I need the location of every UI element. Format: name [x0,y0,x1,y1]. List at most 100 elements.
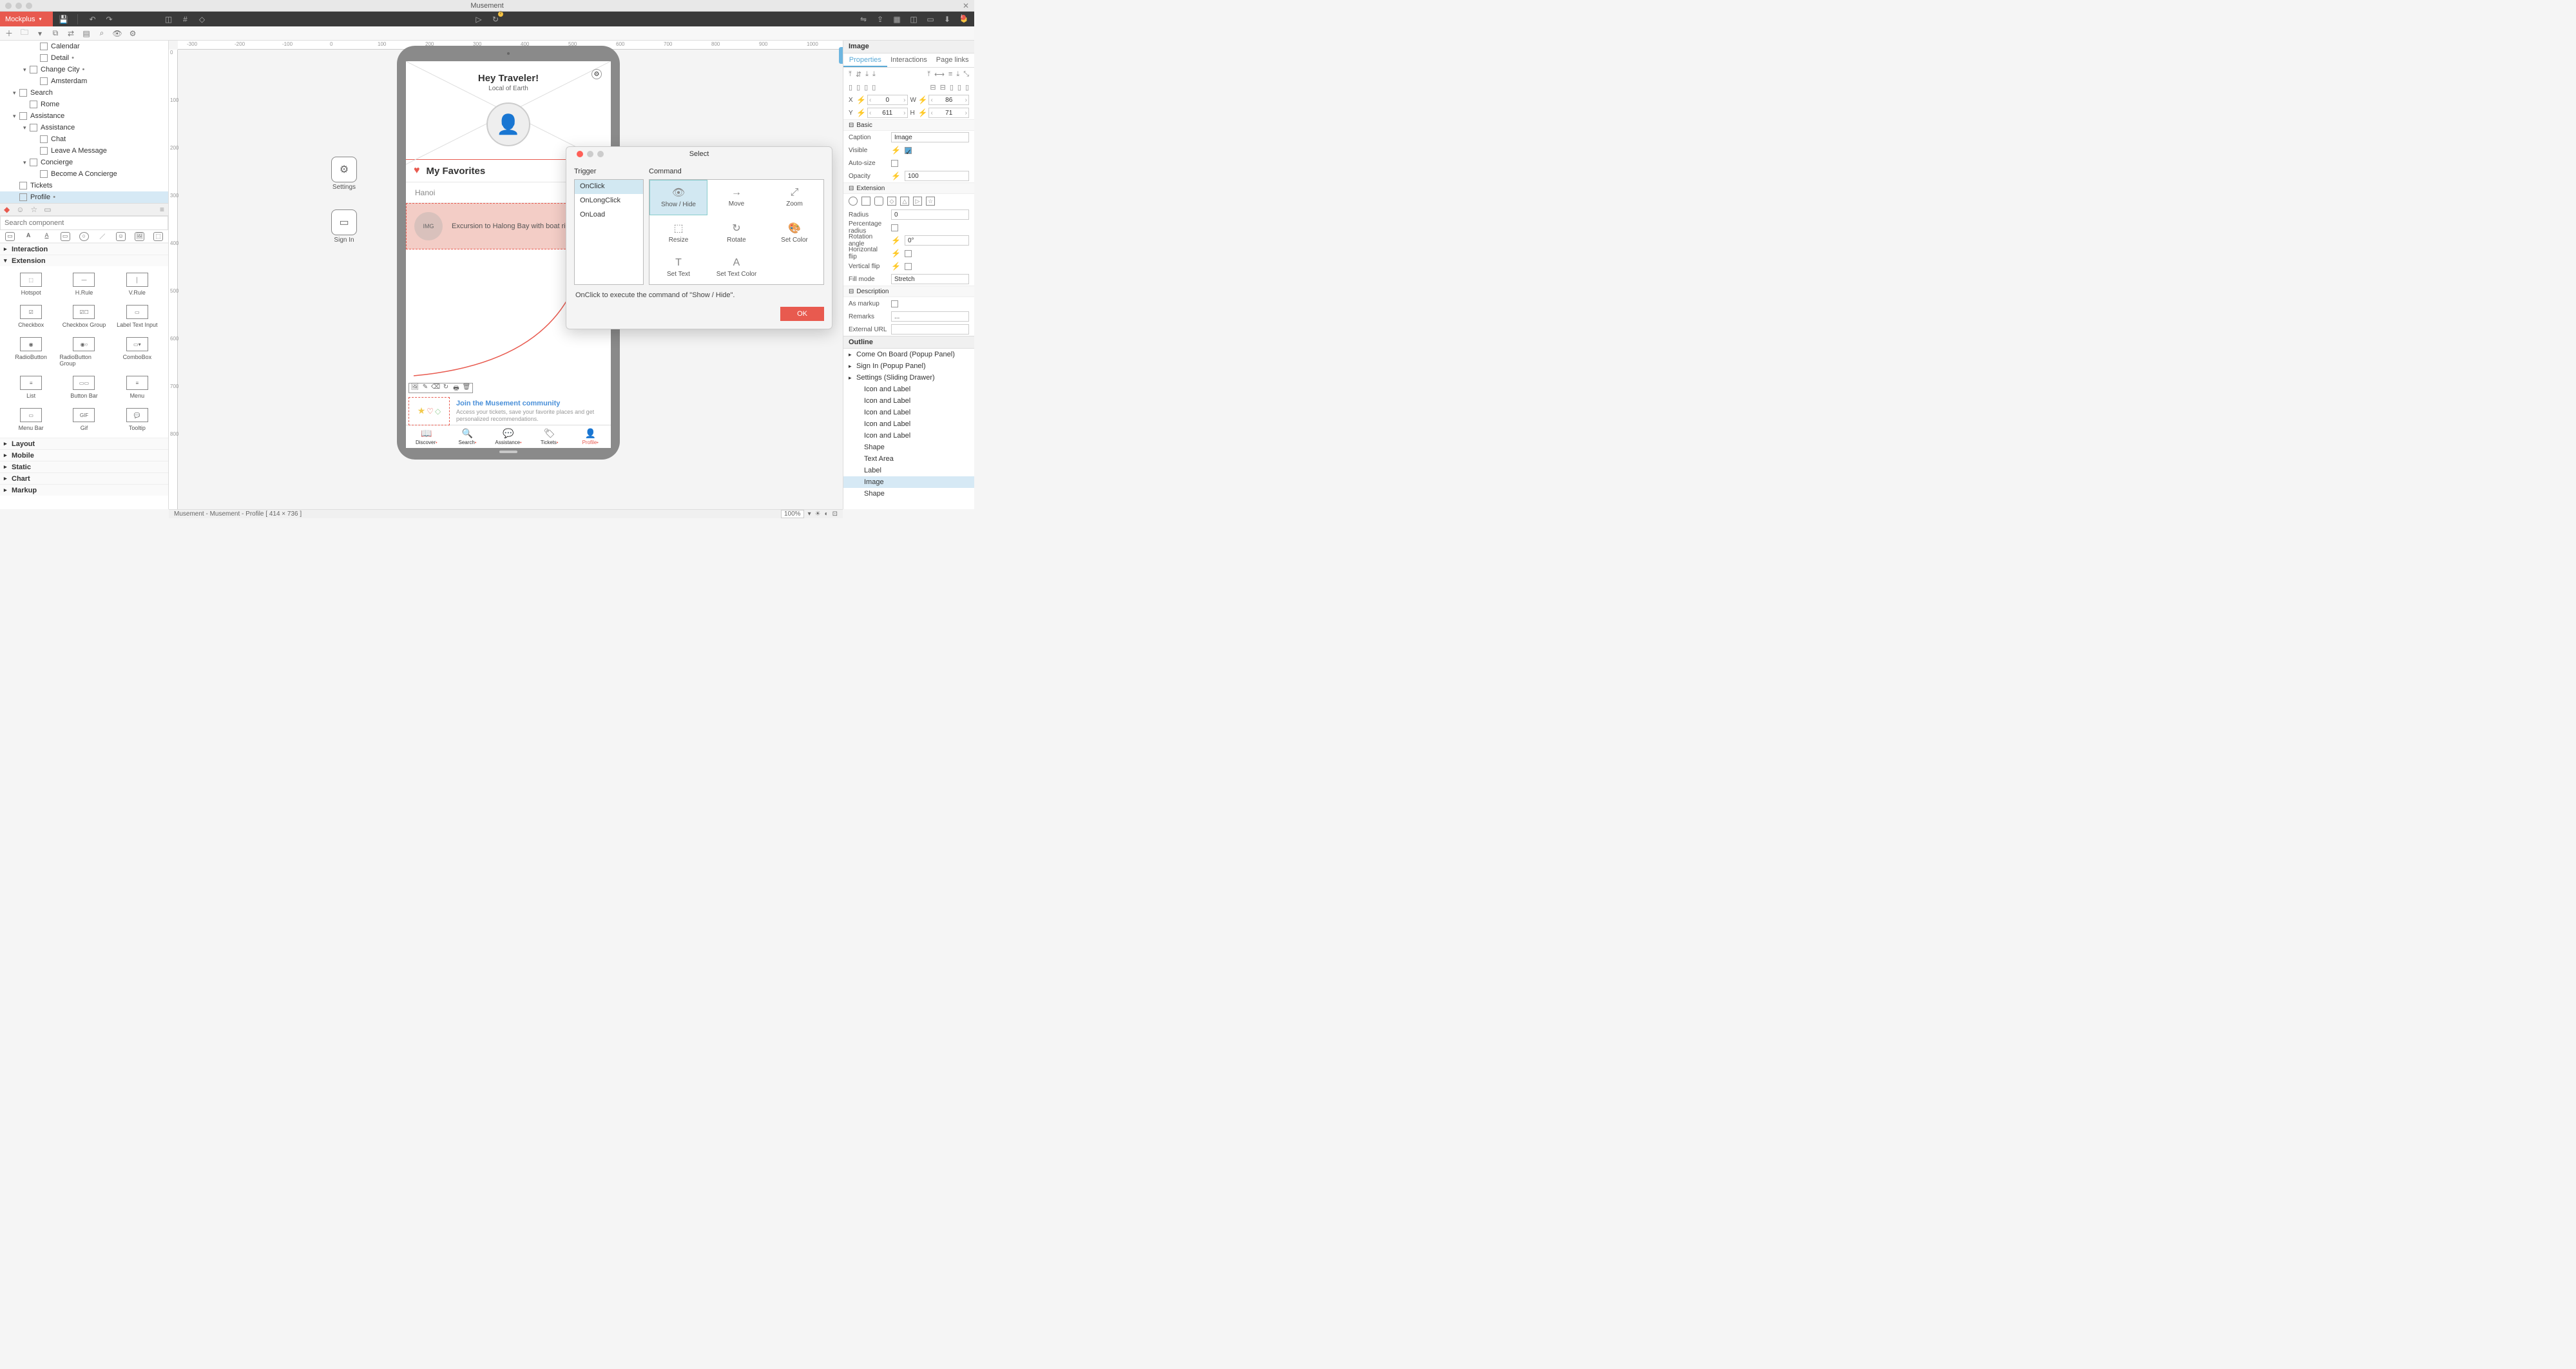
command-option[interactable]: ⬚Resize [649,215,707,251]
zoom-dropdown-icon[interactable]: ▾ [808,510,811,518]
selection-toolbar[interactable]: 🖼✎⌫↻🖶🗑 [409,383,473,393]
outline-row[interactable]: Icon and Label [843,384,974,395]
component-item[interactable]: ◉RadioButton [5,333,57,371]
undo-icon[interactable]: ↶ [87,14,97,24]
component-grid[interactable]: ⬚Hotspot—H.Rule│V.Rule☑Checkbox☑☐Checkbo… [0,266,168,438]
component-item[interactable]: ≡Menu [111,372,163,403]
ok-button[interactable]: OK [780,307,824,321]
grid2-icon[interactable]: ▦ [892,14,902,24]
tree-row[interactable]: Tickets [0,180,168,191]
avatar[interactable]: 👤 [486,102,530,146]
align-row-2[interactable]: ▯▯▯▯⊟⊟▯▯▯ [843,81,974,93]
mock-tab[interactable]: 🔍Search• [447,425,488,448]
play-icon[interactable]: ▷ [474,14,484,24]
panel-handle[interactable] [839,47,843,64]
tree-row[interactable]: Rome [0,99,168,110]
trigger-option[interactable]: OnLongClick [575,194,643,208]
lib-icon[interactable]: ◆ [4,205,10,214]
outline-row[interactable]: Icon and Label [843,395,974,407]
caption-field[interactable]: Image [891,132,969,142]
tree-row[interactable]: Leave A Message [0,145,168,157]
tree-row[interactable]: ▾Assistance [0,110,168,122]
component-item[interactable]: GIFGif [58,404,110,435]
component-library-tabs[interactable]: ◆ ☺ ☆ ▭ ≡ [0,203,168,216]
tree-row[interactable]: ▾Assistance [0,122,168,133]
zoom-field[interactable]: 100% [781,510,804,518]
vflip-check[interactable] [905,263,912,270]
settings-widget[interactable]: ⚙ [331,157,357,182]
export-icon[interactable]: ⇋ [858,14,869,24]
fit-icon[interactable]: ⊡ [832,510,838,518]
tree-row[interactable]: Detail• [0,52,168,64]
outline-row[interactable]: ▸Come On Board (Popup Panel) [843,349,974,360]
url-field[interactable] [891,324,969,335]
autosize-check[interactable] [891,160,898,167]
visibility-icon[interactable]: 👁 [112,28,122,39]
quick-shapes[interactable]: ▭AA̲ ▭○／ ☺🖼⬚ [0,230,168,243]
tree-row[interactable]: Chat [0,133,168,145]
component-item[interactable]: ▭Menu Bar [5,404,57,435]
outline-row[interactable]: Shape [843,442,974,453]
modal-titlebar[interactable]: Select [566,147,832,161]
markup-check[interactable] [891,300,898,307]
filter-icon[interactable]: ▤ [81,28,91,39]
refresh-icon[interactable]: ↻7 [490,14,501,24]
search-input[interactable] [0,216,168,230]
brightness-icon[interactable]: ☀ [815,510,821,518]
outline-row[interactable]: ▸Settings (Sliding Drawer) [843,372,974,384]
cat-interaction[interactable]: ▸Interaction [0,243,168,255]
component-item[interactable]: ≡List [5,372,57,403]
align-row-1[interactable]: ⤒⇵⤓⤓⤒⟷≡⤓⤡ [843,68,974,81]
hflip-check[interactable] [905,250,912,257]
component-item[interactable]: ⬚Hotspot [5,269,57,300]
trigger-list[interactable]: OnClickOnLongClickOnLoad [574,179,644,285]
cat-markup[interactable]: ▸Markup [0,484,168,496]
cat-chart[interactable]: ▸Chart [0,472,168,484]
shape-picker[interactable]: ◇△▷☆ [843,194,974,208]
close-icon[interactable]: ✕ [963,1,969,10]
outline-row[interactable]: Shape [843,488,974,500]
tree-row[interactable]: Become A Concierge [0,168,168,180]
outline-row[interactable]: Icon and Label [843,430,974,442]
rotation-field[interactable]: 0° [905,235,969,246]
command-option[interactable]: ⤢Zoom [765,180,823,215]
lib-star-icon[interactable]: ☆ [31,205,38,214]
component-item[interactable]: ▭▾ComboBox [111,333,163,371]
tree-row[interactable]: Amsterdam [0,75,168,87]
trigger-option[interactable]: OnLoad [575,208,643,222]
tree-row[interactable]: ▾Concierge [0,157,168,168]
component-item[interactable]: ▭▭Button Bar [58,372,110,403]
outline-row[interactable]: Label [843,465,974,476]
lib-emoji-icon[interactable]: ☺ [16,205,24,214]
link-icon[interactable]: ⇄ [66,28,76,39]
page-tree[interactable]: CalendarDetail•▾Change City•Amsterdam▾Se… [0,41,168,203]
trigger-option[interactable]: OnClick [575,180,643,194]
visible-check[interactable]: ✓ [905,147,912,154]
x-field[interactable]: 0 [867,95,908,105]
gear-icon[interactable]: ⚙ [591,69,602,79]
outline-row[interactable]: Text Area [843,453,974,465]
y-field[interactable]: 611 [867,108,908,118]
gift-icon[interactable]: ⬢1 [959,14,969,24]
command-option[interactable]: ASet Text Color [707,250,765,284]
canvas[interactable]: -300-200-1000100200300400500600700800900… [169,41,843,509]
signin-widget[interactable]: ▭ [331,209,357,235]
component-item[interactable]: —H.Rule [58,269,110,300]
tree-toggle-icon[interactable]: ▾ [35,28,45,39]
command-grid[interactable]: 👁Show / Hide→Move⤢Zoom⬚Resize↻Rotate🎨Set… [649,179,824,285]
command-option[interactable]: 👁Show / Hide [649,180,707,215]
command-option[interactable]: 🎨Set Color [765,215,823,251]
community-badge[interactable]: ★ ♡ ◇ [409,397,450,425]
download-icon[interactable]: ⬇ [942,14,952,24]
mock-tab[interactable]: 🏷Tickets• [529,425,570,448]
brand-menu[interactable]: Mockplus [0,12,53,26]
outline-row[interactable]: Icon and Label [843,407,974,418]
save-icon[interactable]: 💾 [58,14,68,24]
traffic-lights[interactable] [5,3,32,9]
radius-field[interactable]: 0 [891,209,969,220]
settings2-icon[interactable]: ⚙ [128,28,138,39]
cat-static[interactable]: ▸Static [0,461,168,472]
guide-icon[interactable]: ◇ [197,14,207,24]
grid-icon[interactable]: # [180,14,190,24]
cat-layout[interactable]: ▸Layout [0,438,168,449]
